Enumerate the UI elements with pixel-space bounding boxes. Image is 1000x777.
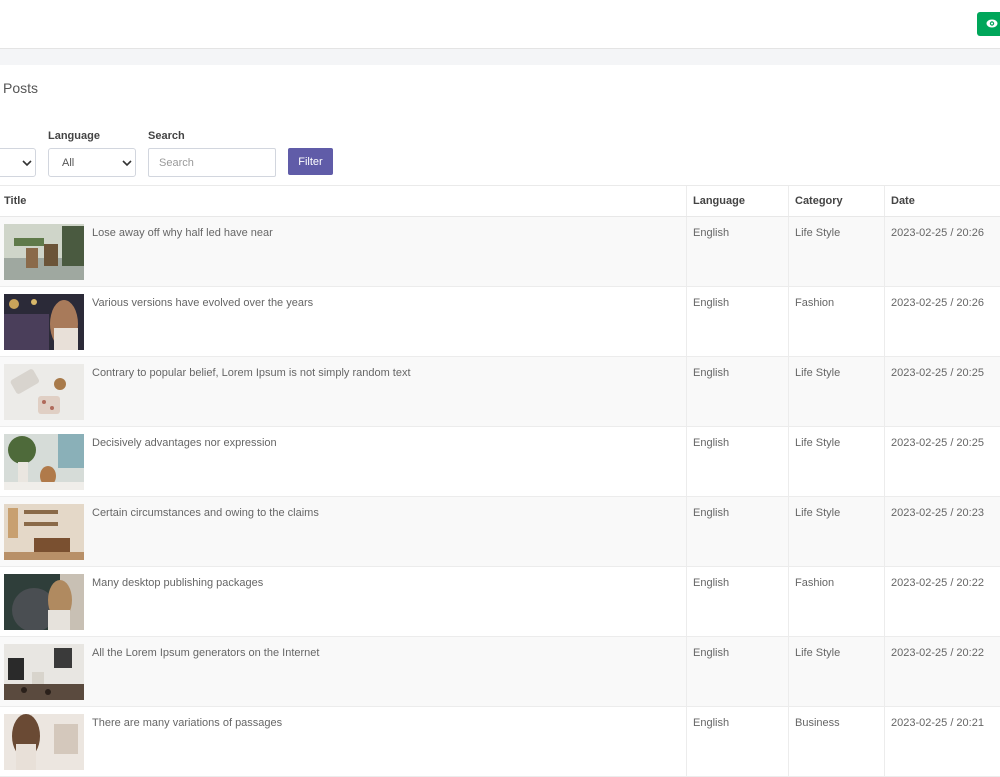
post-thumbnail[interactable] [4,504,84,560]
filter-button[interactable]: Filter [288,148,333,175]
table-row[interactable]: Certain circumstances and owing to the c… [0,497,1000,567]
post-category: Life Style [795,437,841,449]
post-date: 2023-02-25 / 20:25 [891,437,984,449]
post-date: 2023-02-25 / 20:26 [891,297,984,309]
table-row[interactable]: Many desktop publishing packages English… [0,567,1000,637]
post-title[interactable]: Lose away off why half led have near [92,227,273,239]
top-navbar [0,0,1000,49]
post-language: English [693,717,730,729]
post-date: 2023-02-25 / 20:23 [891,507,984,519]
table-row[interactable]: Decisively advantages nor expression Eng… [0,427,1000,497]
post-language: English [693,507,730,519]
post-date: 2023-02-25 / 20:25 [891,367,984,379]
post-category: Fashion [795,577,835,589]
posts-table: Title Language Category Date Lose away o… [0,185,1000,777]
language-select[interactable]: All [48,148,136,177]
post-title[interactable]: All the Lorem Ipsum generators on the In… [92,647,319,659]
eye-icon [986,15,998,33]
post-category: Business [795,717,840,729]
post-thumbnail[interactable] [4,364,84,420]
table-header: Title Language Category Date [0,186,1000,217]
column-header-date[interactable]: Date [891,195,915,207]
post-title[interactable]: There are many variations of passages [92,717,282,729]
post-title[interactable]: Various versions have evolved over the y… [92,297,313,309]
post-thumbnail[interactable] [4,644,84,700]
post-thumbnail[interactable] [4,574,84,630]
post-date: 2023-02-25 / 20:22 [891,577,984,589]
post-title[interactable]: Certain circumstances and owing to the c… [92,507,319,519]
post-thumbnail[interactable] [4,294,84,350]
table-row[interactable]: Lose away off why half led have near Eng… [0,217,1000,287]
table-row[interactable]: All the Lorem Ipsum generators on the In… [0,637,1000,707]
view-site-button[interactable] [977,12,1000,36]
post-language: English [693,227,730,239]
language-filter-label: Language [48,130,100,142]
post-date: 2023-02-25 / 20:22 [891,647,984,659]
column-header-category[interactable]: Category [795,195,843,207]
table-row[interactable]: Contrary to popular belief, Lorem Ipsum … [0,357,1000,427]
column-header-title[interactable]: Title [4,195,26,207]
post-category: Life Style [795,507,841,519]
post-language: English [693,297,730,309]
table-row[interactable]: There are many variations of passages En… [0,707,1000,777]
post-category: Fashion [795,297,835,309]
post-title[interactable]: Contrary to popular belief, Lorem Ipsum … [92,367,411,379]
post-thumbnail[interactable] [4,714,84,770]
post-category: Life Style [795,227,841,239]
post-language: English [693,437,730,449]
post-date: 2023-02-25 / 20:21 [891,717,984,729]
page-title: Posts [3,80,39,96]
post-language: English [693,577,730,589]
post-thumbnail[interactable] [4,434,84,490]
filter-select-cut-off[interactable] [0,148,36,177]
language-select-value: All [62,157,75,169]
search-filter-label: Search [148,130,185,142]
post-language: English [693,647,730,659]
chevron-down-icon [122,158,132,170]
post-category: Life Style [795,367,841,379]
post-category: Life Style [795,647,841,659]
column-header-language[interactable]: Language [693,195,745,207]
post-title[interactable]: Decisively advantages nor expression [92,437,277,449]
post-thumbnail[interactable] [4,224,84,280]
post-title[interactable]: Many desktop publishing packages [92,577,263,589]
table-row[interactable]: Various versions have evolved over the y… [0,287,1000,357]
content-separator [0,49,1000,65]
post-language: English [693,367,730,379]
search-input[interactable] [148,148,276,177]
post-date: 2023-02-25 / 20:26 [891,227,984,239]
chevron-down-icon [22,158,32,170]
